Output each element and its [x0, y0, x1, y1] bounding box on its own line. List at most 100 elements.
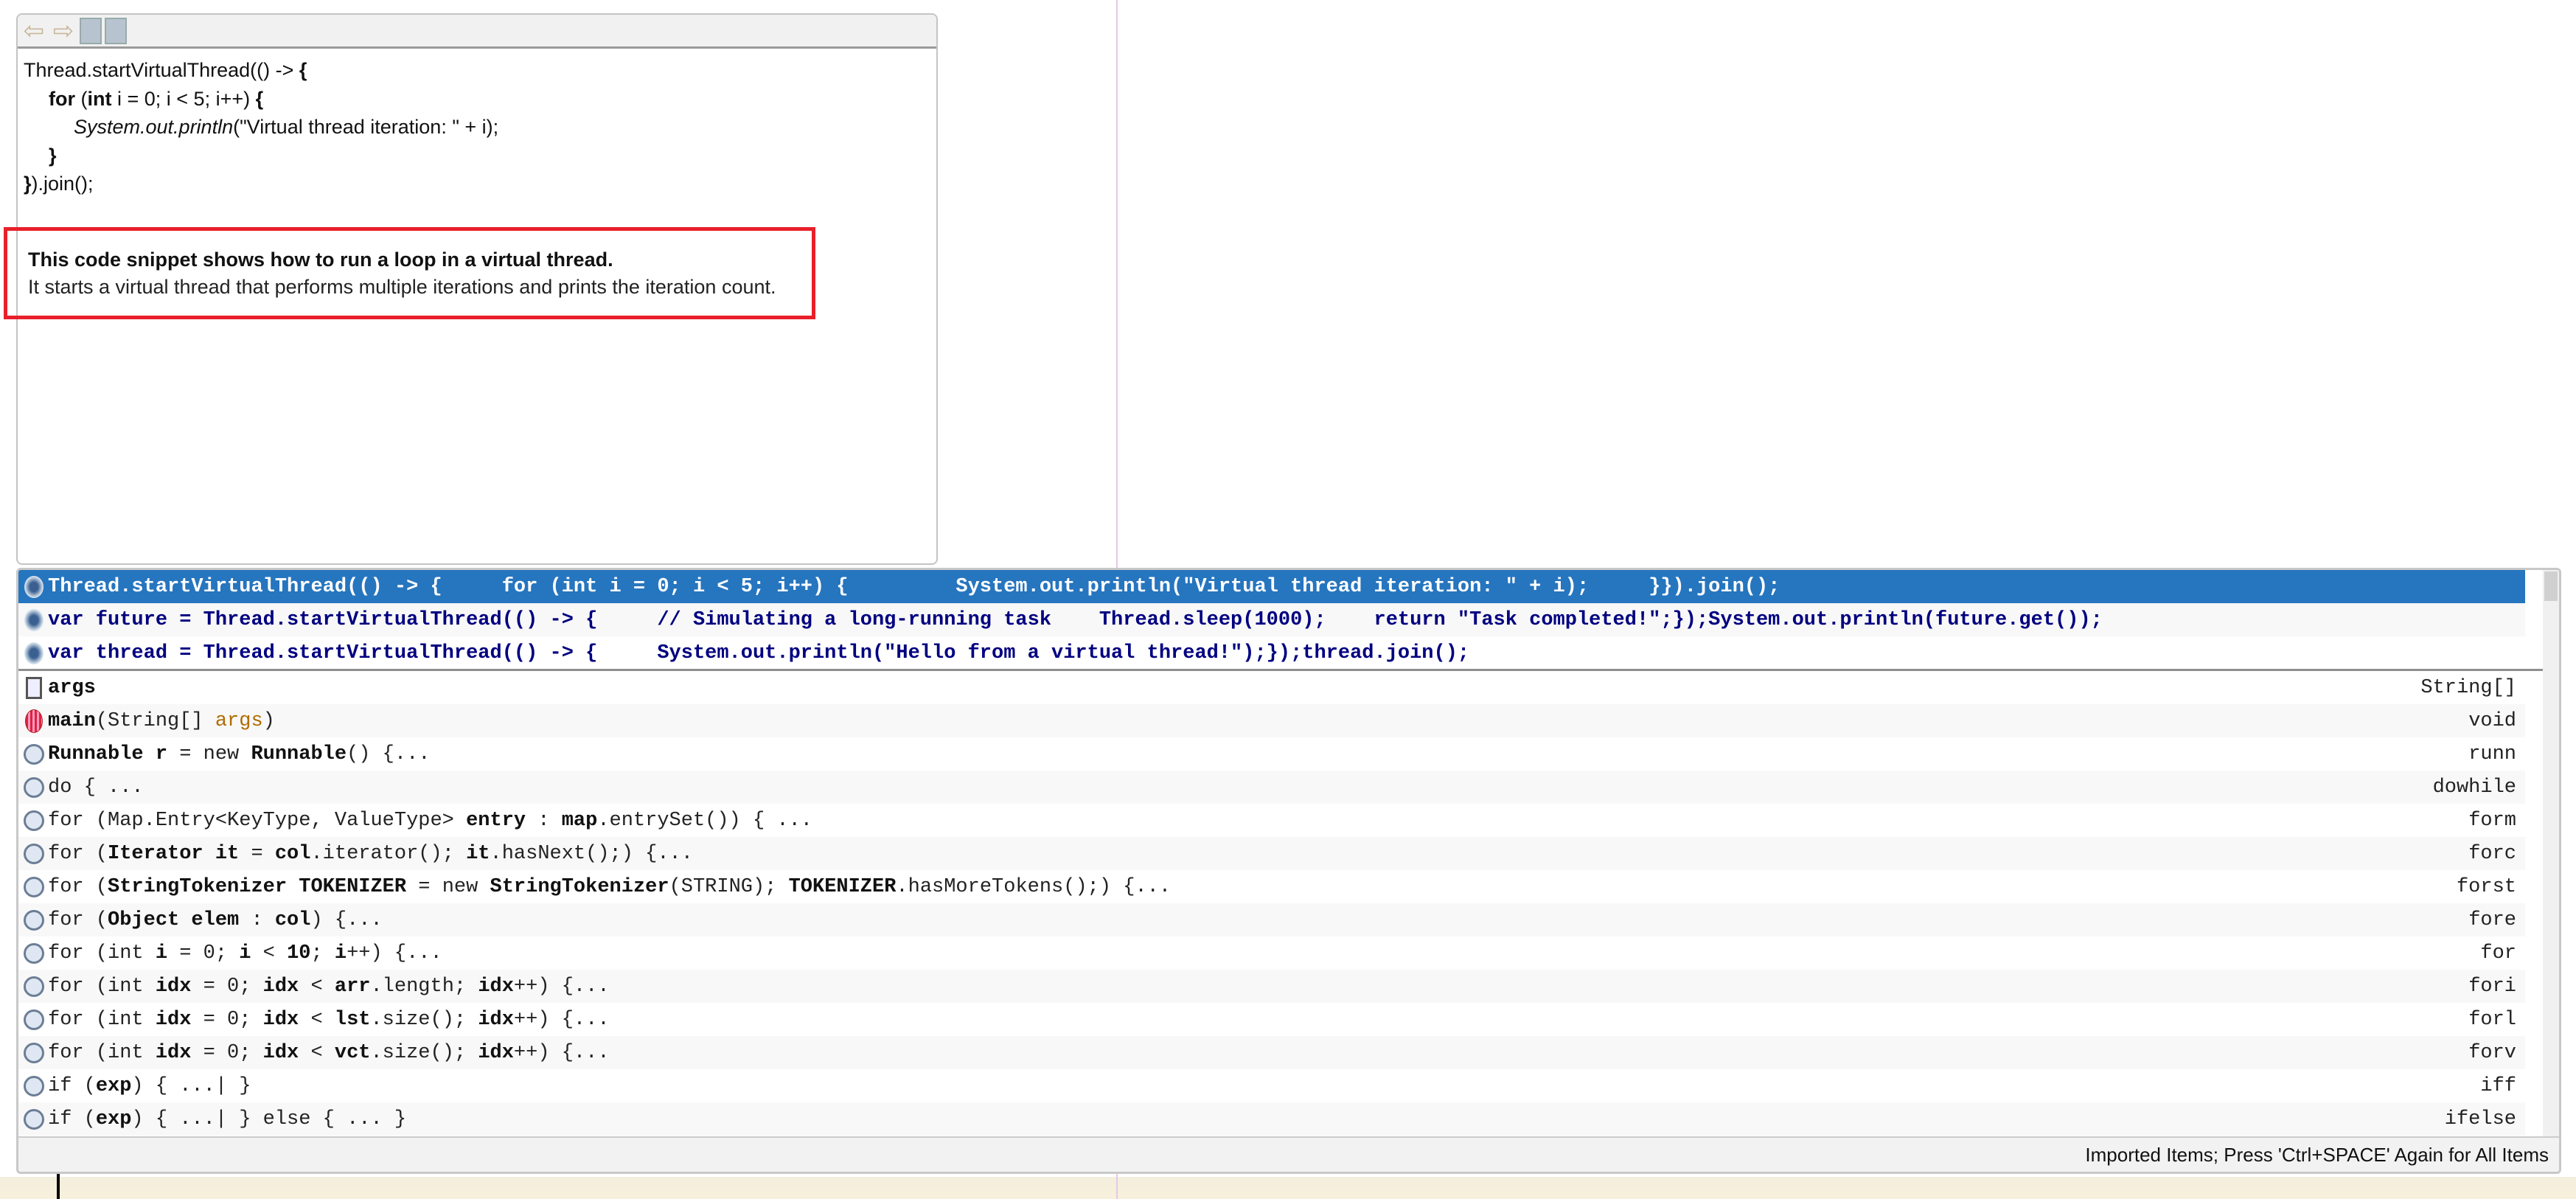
text-segment: = 0;	[167, 942, 240, 965]
text-segment: :	[526, 809, 562, 832]
completion-item[interactable]: args String[]	[18, 671, 2525, 704]
code-template-icon-shape	[24, 876, 44, 897]
code-template-icon	[23, 1073, 45, 1099]
text-segment: idx	[478, 975, 514, 998]
completion-item-text: for (Object elem : col) {...	[48, 909, 383, 931]
completion-item[interactable]: for (StringTokenizer TOKENIZER = new Str…	[18, 870, 2525, 903]
text-segment: arr	[334, 975, 371, 998]
text-segment: () {...	[347, 743, 431, 765]
text-segment: .size();	[370, 1008, 478, 1031]
suggestion-item[interactable]: var future = Thread.startVirtualThread((…	[18, 603, 2525, 636]
method-icon-shape	[25, 709, 43, 733]
completion-item[interactable]: main(String[] args) void	[18, 704, 2525, 737]
code-line: System.out.println("Virtual thread itera…	[24, 113, 930, 142]
text-segment: .hasMoreTokens();) {...	[896, 875, 1172, 898]
text-segment: idx	[155, 975, 192, 998]
smart-suggestion-icon	[23, 574, 45, 600]
suggestion-text: Thread.startVirtualThread(() -> { for (i…	[48, 575, 1780, 598]
text-segment: .entrySet()) { ...	[597, 809, 812, 832]
code-text: Thread.startVirtualThread(() ->	[24, 59, 299, 81]
text-segment: args	[215, 709, 263, 732]
text-caret	[57, 1174, 60, 1199]
suggestion-text: var future = Thread.startVirtualThread((…	[48, 608, 2103, 631]
code-template-icon	[23, 907, 45, 934]
completion-item[interactable]: for (int idx = 0; idx < lst.size(); idx+…	[18, 1003, 2525, 1036]
completion-item-text: if (exp) { ...| } else { ... }	[48, 1108, 406, 1130]
text-segment: StringTokenizer	[490, 875, 669, 898]
completion-item-text: for (Iterator it = col.iterator(); it.ha…	[48, 843, 693, 865]
text-segment: col	[274, 842, 311, 865]
text-segment: 10	[287, 942, 311, 965]
text-segment: <	[299, 1008, 335, 1031]
text-segment: exp	[95, 1074, 132, 1097]
text-segment: ++) {...	[513, 975, 610, 998]
code-template-icon	[23, 774, 45, 801]
text-segment: .size();	[370, 1041, 478, 1064]
code-template-icon-shape	[24, 976, 44, 997]
suggestion-item[interactable]: var thread = Thread.startVirtualThread((…	[18, 636, 2525, 670]
completion-item[interactable]: if (exp) { ...| } iff	[18, 1069, 2525, 1102]
text-segment: Iterator it	[108, 842, 240, 865]
code-completion-popup: Thread.startVirtualThread(() -> { for (i…	[16, 568, 2561, 1174]
completion-item[interactable]: for (int idx = 0; idx < arr.length; idx+…	[18, 970, 2525, 1003]
suggestion-item[interactable]: Thread.startVirtualThread(() -> { for (i…	[18, 570, 2525, 603]
completion-item[interactable]: do { ... dowhile	[18, 771, 2525, 804]
text-segment: map	[561, 809, 598, 832]
completion-footer: Imported Items; Press 'Ctrl+SPACE' Again…	[18, 1136, 2559, 1172]
text-segment: for (int	[48, 1041, 156, 1064]
scrollbar[interactable]	[2543, 570, 2559, 1138]
completion-item[interactable]: for (Object elem : col) {... fore	[18, 903, 2525, 936]
text-segment: <	[299, 1041, 335, 1064]
code-text: {	[255, 87, 264, 110]
completion-item-text: for (Map.Entry<KeyType, ValueType> entry…	[48, 810, 812, 832]
completion-item[interactable]: for (int i = 0; i < 10; i++) {... for	[18, 936, 2525, 970]
completion-item-text: args	[48, 677, 96, 699]
text-segment: (String[]	[95, 709, 215, 732]
code-template-icon-shape	[24, 743, 44, 765]
scrollbar-thumb[interactable]	[2544, 571, 2558, 601]
text-segment: main	[48, 709, 96, 732]
open-in-browser-icon[interactable]	[80, 17, 102, 44]
text-segment: idx	[262, 975, 299, 998]
forward-arrow-icon[interactable]: ⇨	[50, 17, 77, 45]
text-segment: idx	[478, 1041, 514, 1064]
code-text: }	[24, 173, 32, 195]
completion-item[interactable]: if (exp) { ...| } else { ... } ifelse	[18, 1102, 2525, 1136]
code-text: (	[75, 87, 88, 110]
completion-item-type: for	[2480, 942, 2516, 965]
completion-item[interactable]: for (int idx = 0; idx < vct.size(); idx+…	[18, 1036, 2525, 1069]
completion-item-text: for (int idx = 0; idx < vct.size(); idx+…	[48, 1042, 610, 1064]
text-segment: idx	[155, 1041, 192, 1064]
method-icon	[23, 708, 45, 734]
text-segment: idx	[478, 1008, 514, 1031]
completion-item-text: Runnable r = new Runnable() {...	[48, 743, 431, 765]
back-arrow-icon[interactable]: ⇦	[21, 17, 47, 45]
completion-item-type: forl	[2468, 1008, 2516, 1031]
completion-item[interactable]: for (Map.Entry<KeyType, ValueType> entry…	[18, 804, 2525, 837]
smart-suggestion-icon-shape	[24, 575, 43, 598]
text-segment: ++) {...	[347, 942, 442, 965]
completion-item[interactable]: for (Iterator it = col.iterator(); it.ha…	[18, 837, 2525, 870]
text-segment: i	[155, 942, 168, 965]
completion-item-type: forc	[2468, 842, 2516, 865]
completion-item-type: fore	[2468, 908, 2516, 931]
text-segment: lst	[334, 1008, 371, 1031]
go-to-source-icon[interactable]	[105, 17, 127, 44]
text-segment: for (	[48, 908, 108, 931]
text-segment: ++) {...	[513, 1041, 610, 1064]
code-text: }	[49, 144, 57, 167]
text-segment: ++) {...	[513, 1008, 610, 1031]
text-segment: ) {...	[310, 908, 383, 931]
text-segment: )	[262, 709, 275, 732]
smart-suggestion-icon-shape	[24, 608, 43, 631]
completion-item-text: for (int idx = 0; idx < lst.size(); idx+…	[48, 1009, 610, 1031]
smart-suggestion-icon	[23, 640, 45, 667]
code-template-icon-shape	[24, 909, 44, 931]
code-template-icon	[23, 1040, 45, 1066]
completion-item-text: do { ...	[48, 776, 144, 799]
completion-item-text: main(String[] args)	[48, 710, 275, 732]
text-segment: Runnable	[251, 743, 347, 765]
description-title: This code snippet shows how to run a loo…	[28, 249, 613, 271]
completion-item[interactable]: Runnable r = new Runnable() {... runn	[18, 737, 2525, 771]
text-segment: entry	[466, 809, 526, 832]
